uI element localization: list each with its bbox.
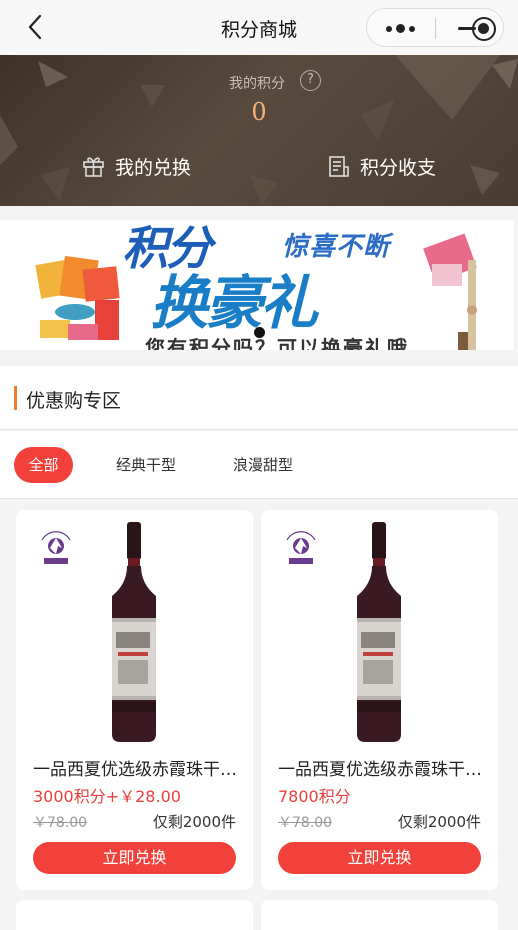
product-name: 一品西夏优选级赤霞珠干红葡萄酒 xyxy=(33,760,245,780)
brand-logo-icon xyxy=(286,531,316,564)
ledger-icon xyxy=(329,155,349,177)
brand-logo-icon xyxy=(41,531,71,564)
product-price: 3000积分+￥28.00 xyxy=(33,787,181,806)
banner-pager-dot[interactable] xyxy=(254,327,265,338)
points-value: 0 xyxy=(251,98,267,126)
section-header: 优惠购专区 xyxy=(0,366,518,430)
capsule-divider xyxy=(435,18,436,39)
redeem-button[interactable]: 立即兑换 xyxy=(33,842,236,874)
product-card-next[interactable] xyxy=(16,900,253,930)
product-card[interactable]: 一品西夏优选级赤霞珠干红葡萄酒 3000积分+￥28.00 ￥78.00 仅剩2… xyxy=(16,510,253,890)
points-ledger-button[interactable]: 积分收支 xyxy=(328,152,436,180)
product-original-price: ￥78.00 xyxy=(33,815,88,831)
product-card-next[interactable] xyxy=(261,900,498,930)
tab-classic-dry[interactable]: 经典干型 xyxy=(116,447,176,483)
section-title: 优惠购专区 xyxy=(26,390,122,412)
banner-headline-bottom: 换豪礼 xyxy=(150,269,318,337)
navigation-bar: 积分商城 xyxy=(0,0,518,55)
miniapp-capsule xyxy=(366,8,504,47)
redeem-button[interactable]: 立即兑换 xyxy=(278,842,481,874)
close-miniapp-icon[interactable] xyxy=(472,17,496,41)
help-icon[interactable]: ? xyxy=(300,70,321,91)
category-tabs: 全部 经典干型 浪漫甜型 xyxy=(0,431,518,499)
product-stock: 仅剩2000件 xyxy=(397,813,481,831)
banner-slogan: 您有积分吗？可以换豪礼哦 xyxy=(145,336,409,350)
points-ledger-label: 积分收支 xyxy=(360,156,437,179)
tab-all[interactable]: 全部 xyxy=(14,447,73,483)
product-price: 7800积分 xyxy=(278,787,351,806)
promo-banner[interactable]: 积分 惊喜不断 换豪礼 您有积分吗？可以换豪礼哦 xyxy=(0,220,514,350)
product-card[interactable]: 一品西夏优选级赤霞珠干红葡萄酒 7800积分 ￥78.00 仅剩2000件 立即… xyxy=(261,510,498,890)
product-original-price: ￥78.00 xyxy=(278,815,333,831)
wine-bottle-image xyxy=(357,522,401,742)
more-menu-icon[interactable] xyxy=(377,9,423,48)
gift-icon xyxy=(83,157,104,177)
section-accent-bar xyxy=(14,386,17,410)
points-label: 我的积分 xyxy=(229,76,285,92)
my-exchange-label: 我的兑换 xyxy=(115,156,192,179)
product-name: 一品西夏优选级赤霞珠干红葡萄酒 xyxy=(278,760,490,780)
tab-romantic-sweet[interactable]: 浪漫甜型 xyxy=(233,447,293,483)
my-exchange-button[interactable]: 我的兑换 xyxy=(82,152,191,180)
product-stock: 仅剩2000件 xyxy=(152,813,236,831)
wine-bottle-image xyxy=(112,522,156,742)
points-header: 我的积分 ? 0 我的兑换 积分收支 xyxy=(0,55,518,206)
